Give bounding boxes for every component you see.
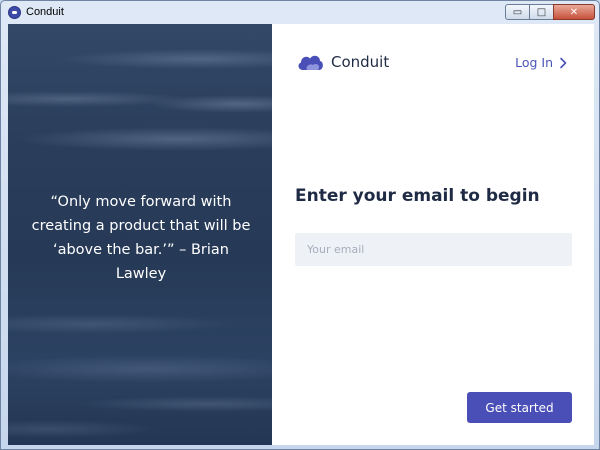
chevron-right-icon bbox=[560, 57, 567, 68]
window-controls: ▭ □ ✕ bbox=[505, 4, 595, 20]
testimonial-quote: “Only move forward with creating a produ… bbox=[31, 194, 251, 282]
app-icon bbox=[8, 6, 21, 19]
signup-panel: Conduit Log In Enter your email to begin… bbox=[272, 24, 594, 445]
get-started-button[interactable]: Get started bbox=[467, 392, 572, 423]
client-area: “Only move forward with creating a produ… bbox=[8, 24, 594, 445]
minimize-button[interactable]: ▭ bbox=[505, 4, 530, 20]
window-title: Conduit bbox=[26, 6, 64, 18]
brand-logo: Conduit bbox=[296, 52, 389, 72]
page-heading: Enter your email to begin bbox=[295, 186, 540, 206]
maximize-button[interactable]: □ bbox=[529, 4, 554, 20]
cloud-icon bbox=[298, 55, 323, 70]
brand-name: Conduit bbox=[331, 53, 390, 71]
close-button[interactable]: ✕ bbox=[553, 4, 595, 20]
login-label: Log In bbox=[515, 55, 553, 70]
title-bar[interactable]: Conduit ▭ □ ✕ bbox=[1, 1, 599, 25]
hero-panel: “Only move forward with creating a produ… bbox=[8, 24, 272, 445]
app-window: Conduit ▭ □ ✕ “Only move forward with cr… bbox=[0, 0, 600, 450]
email-field[interactable] bbox=[295, 233, 572, 266]
login-link[interactable]: Log In bbox=[515, 55, 567, 70]
